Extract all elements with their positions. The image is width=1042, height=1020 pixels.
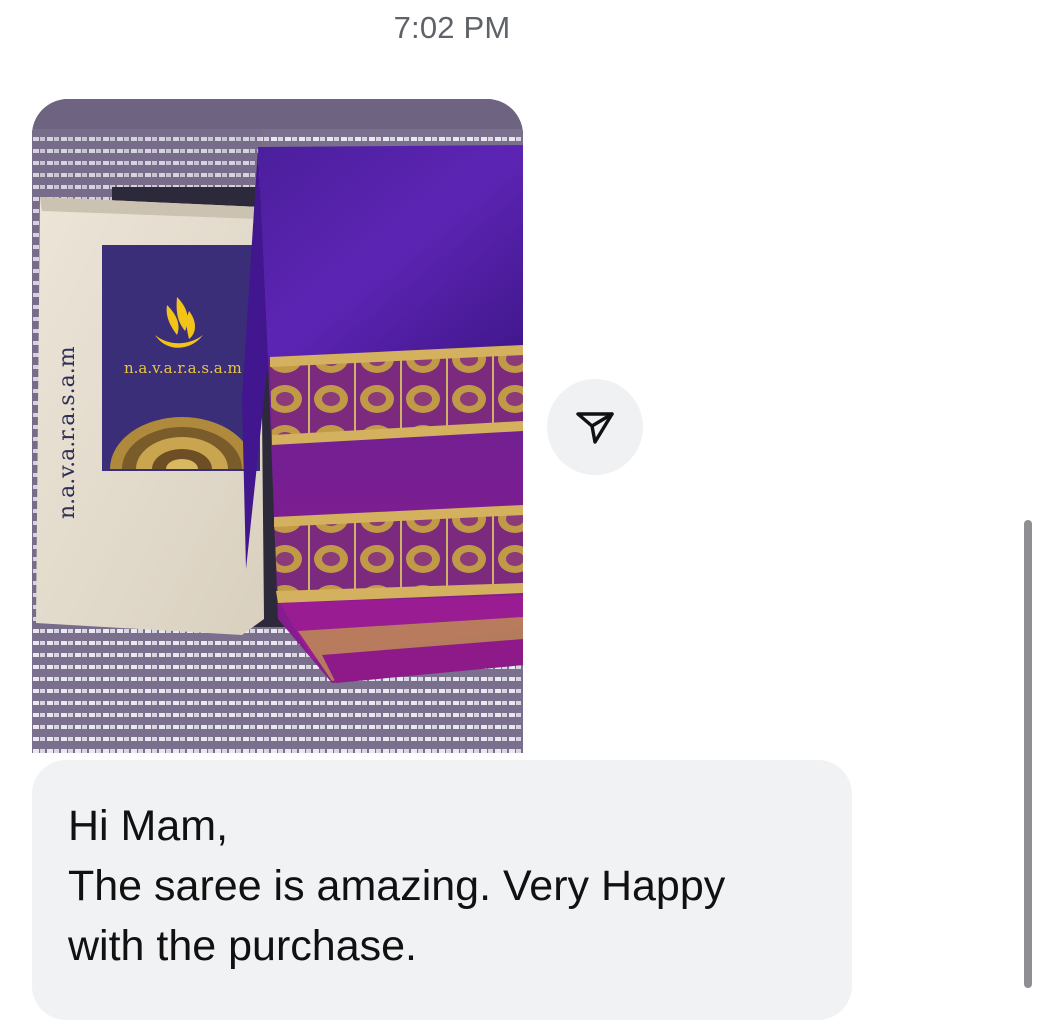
scrollbar-thumb[interactable]: [1024, 520, 1032, 988]
bag-brand-text: n.a.v.a.r.a.s.a.m: [55, 346, 80, 519]
saree-photo: n.a.v.a.r.a.s.a.m n.a.v.a.r.a.s.a.m: [32, 99, 523, 753]
message-line: The saree is amazing. Very Happy: [68, 862, 726, 910]
message-line: Hi Mam,: [68, 802, 229, 850]
photo-message[interactable]: n.a.v.a.r.a.s.a.m n.a.v.a.r.a.s.a.m: [32, 99, 523, 753]
send-icon: [576, 412, 614, 444]
message-timestamp: 7:02 PM: [393, 10, 511, 45]
message-line: with the purchase.: [68, 922, 417, 970]
text-message-bubble[interactable]: Hi Mam, The saree is amazing. Very Happy…: [32, 760, 852, 1020]
share-button[interactable]: [547, 379, 643, 475]
card-brand-text: n.a.v.a.r.a.s.a.m: [124, 359, 242, 377]
